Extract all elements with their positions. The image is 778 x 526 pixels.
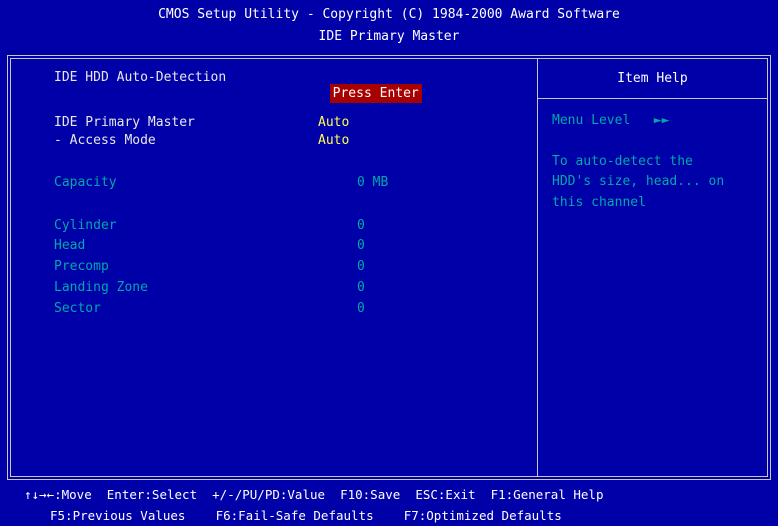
menu-level-label: Menu Level [552, 113, 631, 128]
cylinder-value: 0 [357, 218, 365, 233]
landing-zone-value: 0 [357, 280, 365, 295]
primary-master-value[interactable]: Auto [318, 115, 349, 131]
item-help-title: Item Help [617, 71, 688, 86]
access-mode-label: - Access Mode [54, 133, 156, 148]
help-text-line3: this channel [552, 195, 646, 210]
footer-keys-line1: ↑↓→←:Move Enter:Select +/-/PU/PD:Value F… [24, 487, 604, 502]
help-text-line1: To auto-detect the [552, 154, 693, 169]
app-title: CMOS Setup Utility - Copyright (C) 1984-… [158, 7, 620, 22]
landing-zone-label: Landing Zone [54, 280, 148, 295]
footer-keys-line2: F5:Previous Values F6:Fail-Safe Defaults… [50, 508, 562, 523]
help-text-line2: HDD's size, head... on [552, 174, 725, 189]
sector-label: Sector [54, 301, 101, 316]
capacity-label: Capacity [54, 175, 117, 190]
help-title-divider [538, 98, 767, 99]
header: CMOS Setup Utility - Copyright (C) 1984-… [0, 0, 778, 56]
double-right-arrow-icon: ►► [653, 113, 670, 128]
sector-value: 0 [357, 301, 365, 316]
primary-master-label: IDE Primary Master [54, 115, 195, 130]
precomp-label: Precomp [54, 259, 109, 274]
head-label: Head [54, 238, 86, 253]
access-mode-value[interactable]: Auto [318, 133, 349, 149]
autodetect-value[interactable]: Press Enter [329, 84, 422, 103]
head-value: 0 [357, 238, 365, 253]
menu-level: Menu Level ►► [552, 111, 669, 130]
autodetect-button[interactable]: Press Enter [314, 70, 422, 103]
cylinder-label: Cylinder [54, 218, 117, 233]
capacity-value: 0 MB [357, 175, 389, 190]
precomp-value: 0 [357, 259, 365, 274]
autodetect-label: IDE HDD Auto-Detection [54, 70, 227, 85]
panel-divider [537, 58, 538, 477]
page-title: IDE Primary Master [318, 29, 460, 44]
